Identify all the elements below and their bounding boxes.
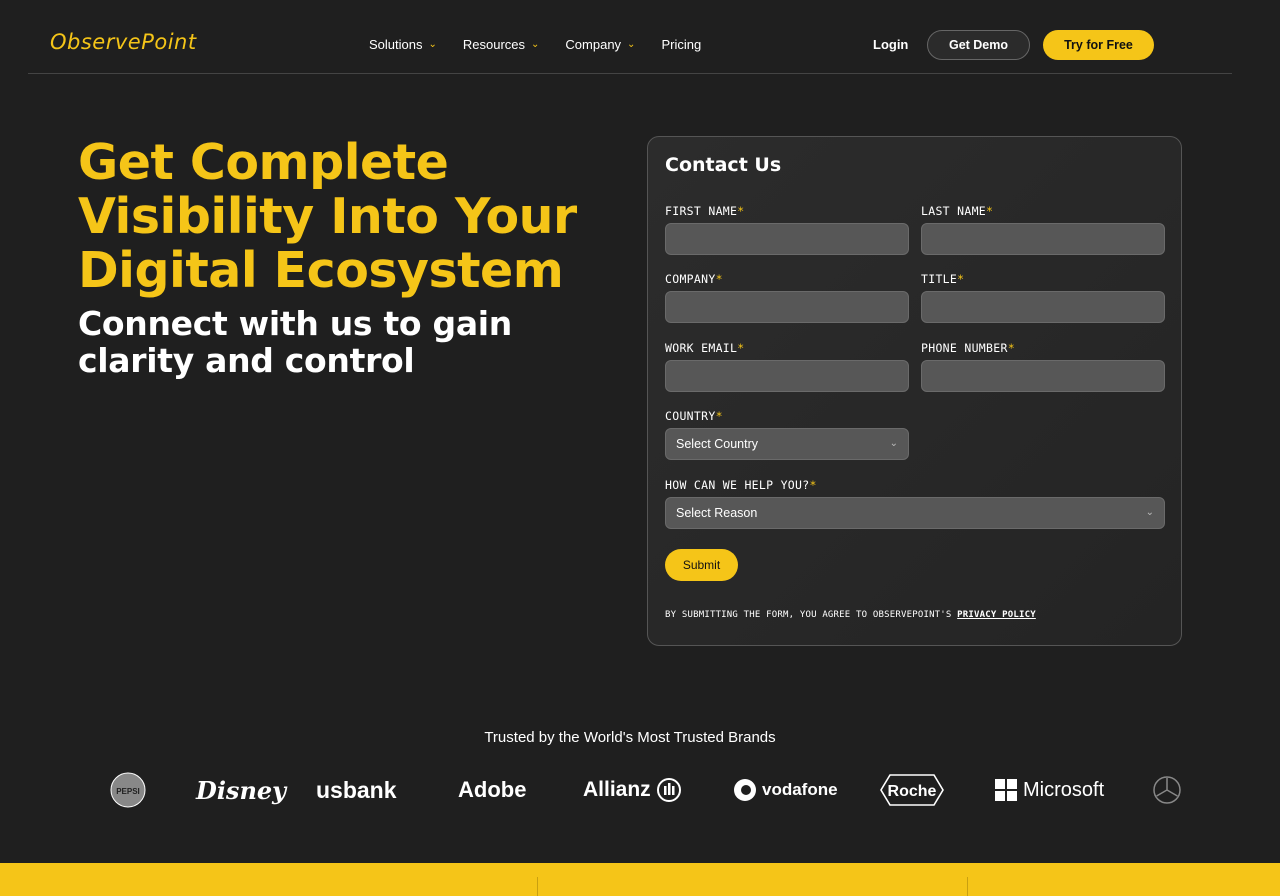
help-label: HOW CAN WE HELP YOU?*	[665, 478, 817, 492]
required-mark: *	[809, 478, 817, 492]
menu-pricing[interactable]: Pricing	[661, 37, 701, 52]
country-select-value: Select Country	[676, 437, 758, 451]
vodafone-logo: vodafone	[733, 770, 838, 810]
last-name-input[interactable]	[921, 223, 1165, 255]
title-input[interactable]	[921, 291, 1165, 323]
adobe-logo: Adobe	[458, 777, 527, 802]
menu-solutions[interactable]: Solutions ⌄	[369, 37, 437, 52]
phone-number-label: PHONE NUMBER*	[921, 341, 1015, 355]
footer-divider	[967, 877, 968, 896]
main-menu: Solutions ⌄ Resources ⌄ Company ⌄ Pricing	[369, 37, 701, 52]
required-mark: *	[737, 341, 745, 355]
footer-bar	[0, 863, 1280, 896]
login-link[interactable]: Login	[873, 37, 908, 52]
menu-company[interactable]: Company ⌄	[565, 37, 635, 52]
mercedes-logo	[1152, 770, 1182, 810]
hero-subtitle-line: clarity and control	[78, 341, 415, 380]
reason-select-value: Select Reason	[676, 506, 758, 520]
menu-solutions-label: Solutions	[369, 37, 423, 52]
required-mark: *	[737, 204, 745, 218]
menu-pricing-label: Pricing	[661, 37, 702, 52]
help-label-text: HOW CAN WE HELP YOU?	[665, 478, 810, 492]
pepsi-logo: PEPSI	[110, 770, 146, 810]
usbank-logo: usbank	[316, 776, 397, 803]
hero-title: Get Complete Visibility Into Your Digita…	[78, 136, 618, 298]
phone-number-input[interactable]	[921, 360, 1165, 392]
first-name-input[interactable]	[665, 223, 909, 255]
menu-resources[interactable]: Resources ⌄	[463, 37, 540, 52]
country-label-text: COUNTRY	[665, 409, 716, 423]
work-email-input[interactable]	[665, 360, 909, 392]
first-name-label: FIRST NAME*	[665, 204, 744, 218]
required-mark: *	[715, 272, 723, 286]
svg-text:Roche: Roche	[888, 783, 937, 800]
company-input[interactable]	[665, 291, 909, 323]
title-label: TITLE*	[921, 272, 964, 286]
hero-title-line: Get Complete	[78, 134, 449, 191]
menu-company-label: Company	[565, 37, 622, 52]
chevron-down-icon: ⌄	[428, 39, 437, 50]
reason-select[interactable]: Select Reason ⌄	[665, 497, 1165, 529]
svg-text:PEPSI: PEPSI	[116, 787, 140, 796]
brand-logos-strip: PEPSI Disney usbank Adobe Allianz vodafo…	[0, 770, 1280, 814]
allianz-logo: Allianz	[583, 770, 682, 810]
required-mark: *	[986, 204, 994, 218]
required-mark: *	[1007, 341, 1015, 355]
allianz-logo-text: Allianz	[583, 778, 651, 801]
microsoft-logo-text: Microsoft	[1023, 778, 1105, 801]
first-name-label-text: FIRST NAME	[665, 204, 738, 218]
get-demo-button[interactable]: Get Demo	[927, 30, 1030, 60]
hero-subtitle: Connect with us to gain clarity and cont…	[78, 305, 598, 379]
microsoft-logo: Microsoft	[995, 770, 1104, 810]
contact-form-card: Contact Us FIRST NAME* LAST NAME* COMPAN…	[647, 136, 1182, 646]
chevron-down-icon: ⌄	[531, 39, 540, 50]
work-email-label: WORK EMAIL*	[665, 341, 744, 355]
legal-notice: BY SUBMITTING THE FORM, YOU AGREE TO OBS…	[665, 610, 1036, 620]
chevron-down-icon: ⌄	[627, 39, 636, 50]
title-label-text: TITLE	[921, 272, 958, 286]
last-name-label: LAST NAME*	[921, 204, 993, 218]
company-label-text: COMPANY	[665, 272, 716, 286]
hero-subtitle-line: Connect with us to gain	[78, 304, 512, 343]
try-for-free-button[interactable]: Try for Free	[1043, 30, 1154, 60]
phone-number-label-text: PHONE NUMBER	[921, 341, 1008, 355]
roche-logo: Roche	[880, 770, 944, 810]
company-label: COMPANY*	[665, 272, 723, 286]
country-select[interactable]: Select Country ⌄	[665, 428, 909, 460]
disney-logo: Disney	[196, 775, 287, 805]
menu-resources-label: Resources	[462, 37, 526, 52]
required-mark: *	[957, 272, 965, 286]
observepoint-logo[interactable]: ObservePoint	[50, 30, 197, 54]
hero-title-line: Visibility Into Your	[78, 188, 577, 245]
privacy-policy-link[interactable]: PRIVACY POLICY	[957, 610, 1036, 620]
hero-title-line: Digital Ecosystem	[78, 242, 564, 299]
required-mark: *	[715, 409, 723, 423]
vodafone-logo-text: vodafone	[762, 780, 838, 799]
country-label: COUNTRY*	[665, 409, 723, 423]
footer-divider	[537, 877, 538, 896]
legal-text: BY SUBMITTING THE FORM, YOU AGREE TO OBS…	[665, 610, 952, 620]
form-title: Contact Us	[665, 154, 782, 176]
work-email-label-text: WORK EMAIL	[665, 341, 738, 355]
submit-button[interactable]: Submit	[665, 549, 738, 581]
last-name-label-text: LAST NAME	[921, 204, 987, 218]
chevron-down-icon: ⌄	[889, 438, 898, 449]
chevron-down-icon: ⌄	[1145, 507, 1154, 518]
trusted-heading: Trusted by the World's Most Trusted Bran…	[484, 729, 776, 746]
